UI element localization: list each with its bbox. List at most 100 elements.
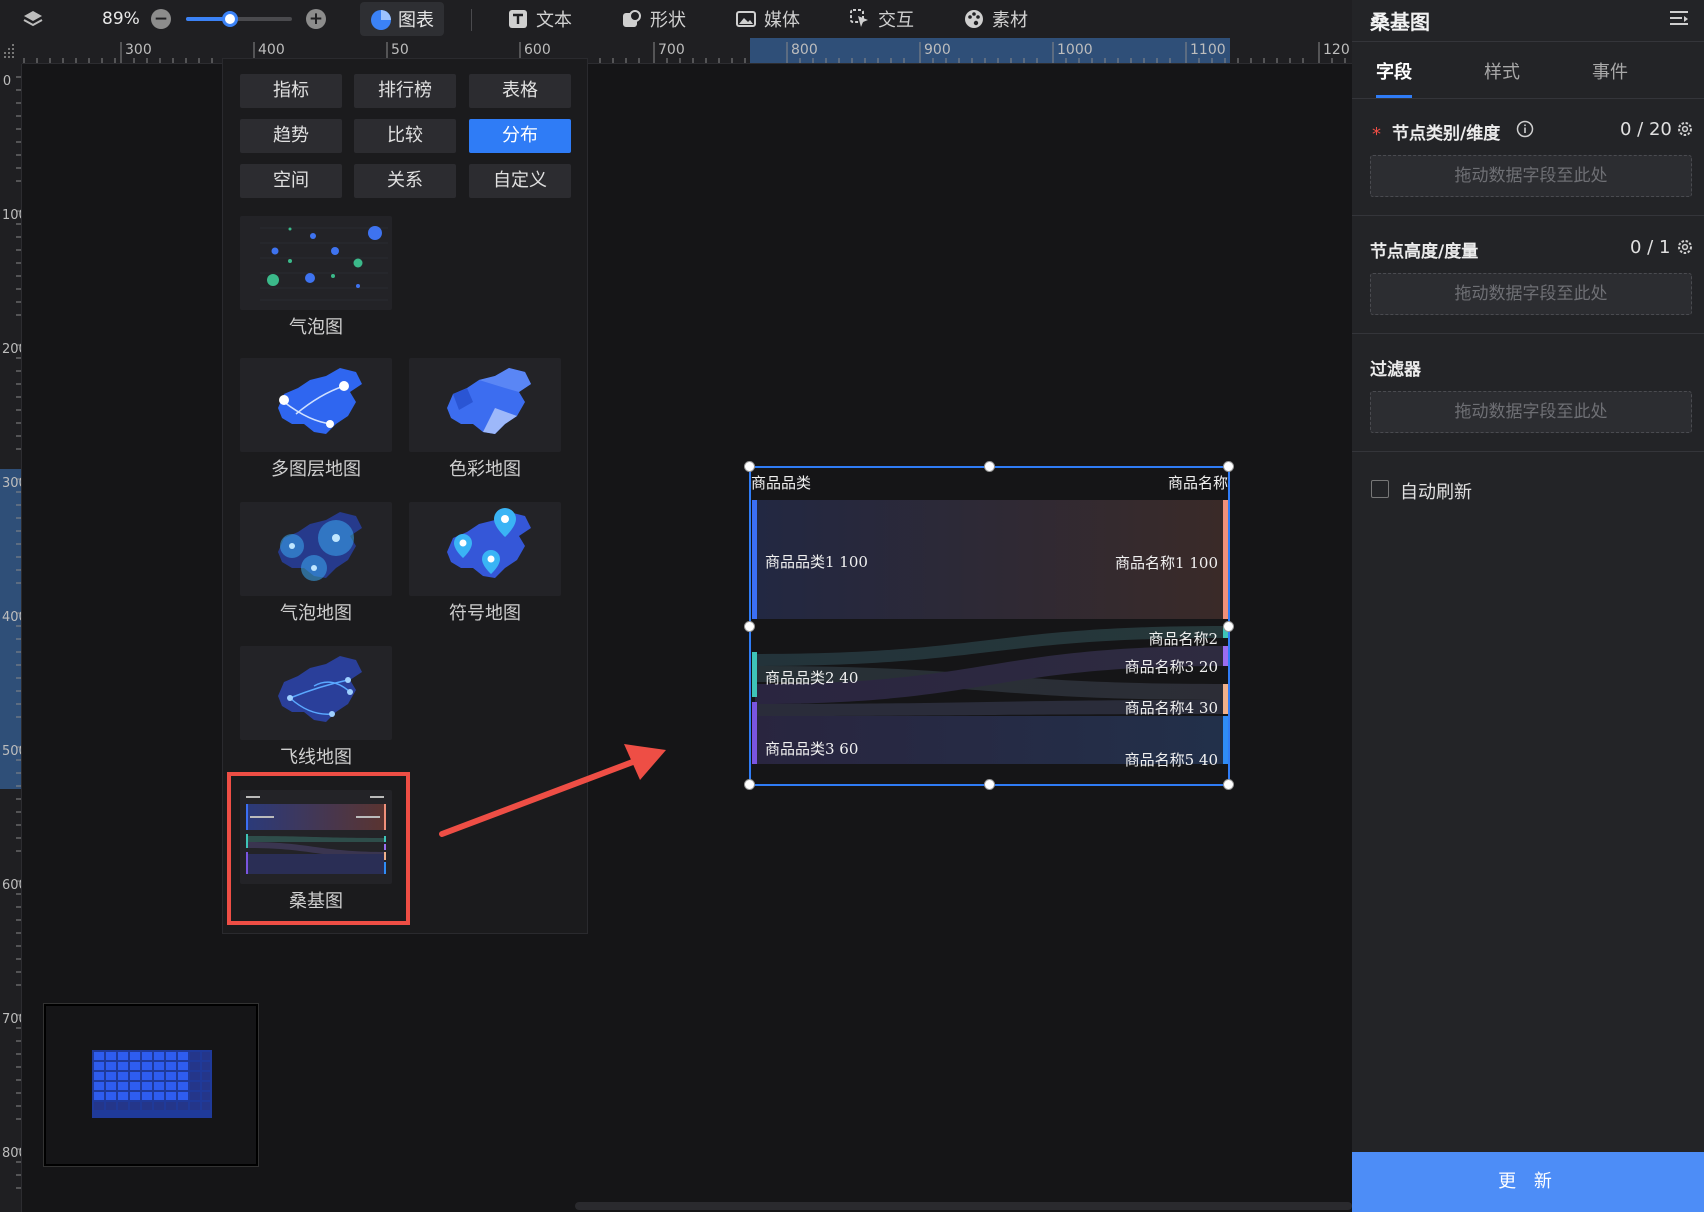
thumb-multilayer-map[interactable]: [240, 358, 392, 452]
resize-handle-bottom[interactable]: [984, 779, 995, 790]
gear-icon[interactable]: [1676, 120, 1694, 142]
sankey-node[interactable]: [1223, 646, 1228, 666]
ruler-label: 200: [2, 342, 21, 357]
sankey-right-header: 商品名称: [1167, 474, 1228, 492]
ruler-label: 120: [1323, 42, 1350, 58]
thumb-bubble-map[interactable]: [240, 502, 392, 596]
field-count: 0 / 1: [1630, 237, 1671, 258]
ruler-label: 300: [125, 42, 152, 58]
sankey-node-label: 商品名称4 30: [1124, 699, 1218, 717]
toolbar-shape-label: 形状: [650, 10, 686, 31]
field-drop-zone[interactable]: 拖动数据字段至此处: [1370, 155, 1692, 197]
ruler-label: 300: [2, 476, 21, 491]
toolbar-chart[interactable]: 图表: [360, 2, 444, 36]
ruler-label: 900: [924, 42, 951, 58]
category-spatial[interactable]: 空间: [240, 164, 342, 198]
resize-handle-top-left[interactable]: [744, 461, 755, 472]
tab-events[interactable]: 事件: [1592, 58, 1628, 84]
resize-handle-top-right[interactable]: [1223, 461, 1234, 472]
thumb-label: 多图层地图: [271, 459, 361, 480]
sankey-node-label: 商品名称2: [1148, 630, 1218, 648]
toolbar-assets-label: 素材: [992, 10, 1028, 31]
sankey-node[interactable]: [752, 500, 757, 619]
toolbar-shape[interactable]: 形状: [612, 2, 696, 36]
ruler-label: 700: [658, 42, 685, 58]
thumb-flight-map[interactable]: [240, 646, 392, 740]
thumb-label: 符号地图: [449, 603, 521, 624]
thumb-label: 飞线地图: [280, 747, 352, 768]
sankey-node-label: 商品品类2 40: [765, 669, 859, 687]
tab-fields[interactable]: 字段: [1376, 58, 1412, 84]
divider: [1352, 333, 1704, 334]
category-table[interactable]: 表格: [469, 74, 571, 108]
toolbar-interaction[interactable]: 交互: [840, 2, 924, 36]
gear-icon[interactable]: [1676, 238, 1694, 260]
category-compare[interactable]: 比较: [354, 119, 456, 153]
divider: [1352, 41, 1704, 42]
zoom-slider[interactable]: [186, 11, 292, 27]
ruler-label: 600: [2, 878, 21, 893]
toolbar-text[interactable]: 文本: [498, 2, 582, 36]
required-marker: *: [1372, 124, 1381, 145]
resize-handle-right[interactable]: [1223, 621, 1234, 632]
ruler-label: 600: [524, 42, 551, 58]
divider: [1352, 98, 1704, 99]
shape-icon: [622, 9, 642, 29]
resize-handle-bottom-left[interactable]: [744, 779, 755, 790]
auto-refresh-checkbox[interactable]: [1371, 480, 1389, 498]
sankey-node[interactable]: [1223, 500, 1228, 619]
palette-icon: [964, 9, 984, 29]
horizontal-scrollbar[interactable]: [575, 1202, 1352, 1210]
vertical-ruler: 0 100 200 300 400 500 600 700 800: [0, 64, 22, 1212]
selection-highlight-box: [227, 772, 410, 925]
zoom-out-button[interactable]: −: [151, 9, 171, 29]
thumb-symbol-map[interactable]: [409, 502, 561, 596]
category-trend[interactable]: 趋势: [240, 119, 342, 153]
resize-handle-bottom-right[interactable]: [1223, 779, 1234, 790]
category-distribution[interactable]: 分布: [469, 119, 571, 153]
sankey-node-label: 商品名称3 20: [1124, 658, 1218, 676]
toolbar-assets[interactable]: 素材: [954, 2, 1038, 36]
horizontal-ruler: 300 400 50 600 700 800 900 1000 1100 120: [0, 38, 1352, 64]
ruler-label: 400: [2, 610, 21, 625]
info-icon[interactable]: [1516, 120, 1534, 142]
layers-icon[interactable]: [22, 8, 44, 30]
toolbar-media-label: 媒体: [764, 10, 800, 31]
category-custom[interactable]: 自定义: [469, 164, 571, 198]
thumb-color-map[interactable]: [409, 358, 561, 452]
sankey-node[interactable]: [752, 652, 757, 697]
toolbar-text-label: 文本: [536, 10, 572, 31]
collapse-menu-icon[interactable]: [1668, 8, 1690, 30]
divider: [1352, 451, 1704, 452]
tab-style[interactable]: 样式: [1484, 58, 1520, 84]
sankey-node[interactable]: [1223, 684, 1228, 714]
sankey-node-label: 商品名称5 40: [1124, 751, 1218, 769]
measure-drop-zone[interactable]: 拖动数据字段至此处: [1370, 273, 1692, 315]
toolbar-media[interactable]: 媒体: [726, 2, 810, 36]
category-relation[interactable]: 关系: [354, 164, 456, 198]
ruler-label: 800: [791, 42, 818, 58]
ruler-corner: [0, 38, 22, 64]
toolbar-divider: [471, 9, 472, 31]
canvas-minimap[interactable]: [43, 1003, 259, 1167]
resize-handle-top[interactable]: [984, 461, 995, 472]
auto-refresh-label: 自动刷新: [1400, 482, 1472, 503]
thumb-label: 色彩地图: [449, 459, 521, 480]
zoom-in-button[interactable]: +: [306, 9, 326, 29]
thumb-label: 气泡图: [289, 317, 343, 338]
sankey-node[interactable]: [1223, 716, 1228, 764]
zoom-slider-handle[interactable]: [222, 11, 238, 27]
annotation-arrow: [439, 744, 666, 837]
thumb-bubble-chart[interactable]: [240, 216, 392, 310]
category-ranking[interactable]: 排行榜: [354, 74, 456, 108]
category-metric[interactable]: 指标: [240, 74, 342, 108]
ruler-label: 700: [2, 1012, 21, 1027]
resize-handle-left[interactable]: [744, 621, 755, 632]
sankey-node[interactable]: [752, 702, 757, 764]
sankey-chart-widget[interactable]: 商品品类 商品名称 商品品类1 100 商品品类2 40 商品品类3 60 商品…: [744, 461, 1234, 790]
filter-drop-zone[interactable]: 拖动数据字段至此处: [1370, 391, 1692, 433]
toolbar-interaction-label: 交互: [878, 10, 914, 31]
ruler-label: 400: [258, 42, 285, 58]
update-button[interactable]: 更 新: [1352, 1152, 1704, 1212]
field-section-title: 节点高度/度量: [1370, 242, 1479, 262]
